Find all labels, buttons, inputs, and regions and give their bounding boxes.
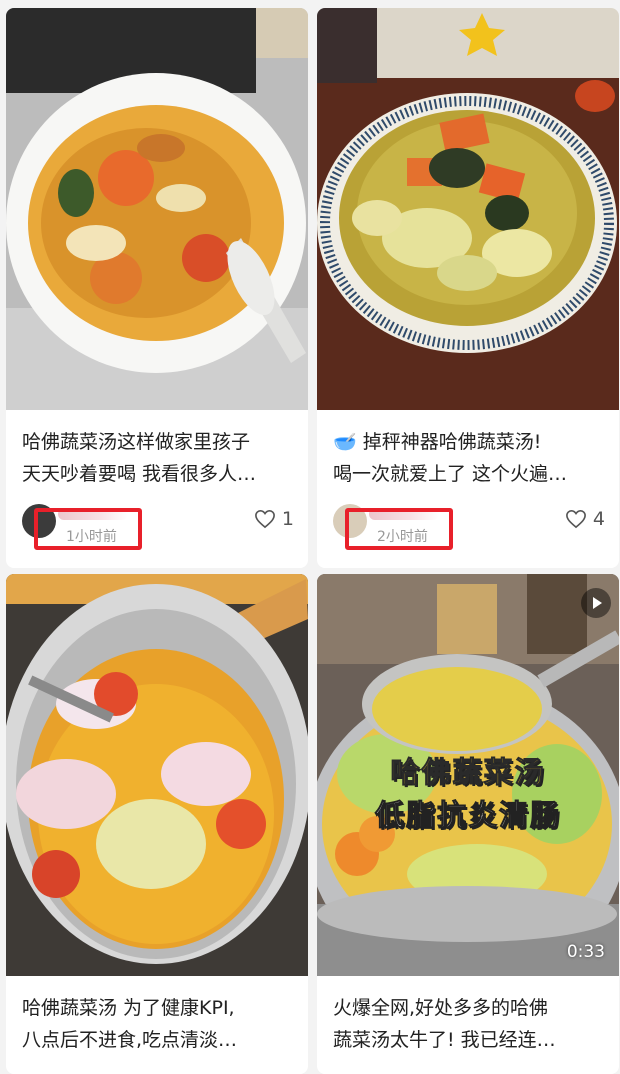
card-thumbnail[interactable] [6, 8, 308, 410]
card-thumbnail[interactable] [317, 8, 619, 410]
feed-card[interactable]: 哈佛蔬菜汤这样做家里孩子 天天吵着要喝 我看很多人… 1小时前 1 [6, 8, 308, 568]
card-title-line-1: 哈佛蔬菜汤 为了健康KPI, [22, 997, 235, 1019]
soup-bowl-image [6, 8, 308, 410]
feed-card[interactable]: 哈佛蔬菜汤 低脂抗炎清肠 0:33 火爆全网,好处多多的哈佛 蔬菜汤太牛了! 我… [317, 574, 619, 1074]
card-title-line-1: 哈佛蔬菜汤这样做家里孩子 [22, 431, 251, 453]
card-title[interactable]: 哈佛蔬菜汤这样做家里孩子 天天吵着要喝 我看很多人… [22, 426, 294, 490]
card-meta: 2小时前 4 [317, 504, 619, 554]
like-count: 1 [281, 508, 294, 530]
card-title-line-2: 八点后不进食,吃点清淡… [22, 1029, 238, 1051]
card-title[interactable]: 哈佛蔬菜汤 为了健康KPI, 八点后不进食,吃点清淡… [22, 992, 294, 1056]
card-title-line-1: 🥣 掉秤神器哈佛蔬菜汤! [333, 431, 542, 453]
card-thumbnail[interactable]: 哈佛蔬菜汤 低脂抗炎清肠 0:33 [317, 574, 619, 976]
soup-bowl-image [317, 8, 619, 410]
card-title-line-2: 天天吵着要喝 我看很多人… [22, 463, 257, 485]
card-title[interactable]: 火爆全网,好处多多的哈佛 蔬菜汤太牛了! 我已经连… [333, 992, 605, 1056]
video-duration: 0:33 [566, 942, 605, 962]
heart-icon [254, 509, 275, 529]
card-title-line-2: 蔬菜汤太牛了! 我已经连… [333, 1029, 556, 1051]
post-time: 2小时前 [377, 529, 428, 545]
soup-emoji-icon: 🥣 [333, 431, 357, 453]
like-button[interactable]: 1 [254, 508, 294, 530]
play-icon [593, 597, 602, 609]
feed-card[interactable]: 哈佛蔬菜汤 为了健康KPI, 八点后不进食,吃点清淡… [6, 574, 308, 1074]
post-time: 1小时前 [66, 529, 117, 545]
feed-card[interactable]: 🥣 掉秤神器哈佛蔬菜汤! 喝一次就爱上了 这个火遍… 2小时前 4 [317, 8, 619, 568]
card-meta: 1小时前 1 [6, 504, 308, 554]
soup-pot-image [6, 574, 308, 976]
card-title[interactable]: 🥣 掉秤神器哈佛蔬菜汤! 喝一次就爱上了 这个火遍… [333, 426, 605, 490]
card-title-line-1: 火爆全网,好处多多的哈佛 [333, 997, 549, 1019]
video-caption-line-2: 低脂抗炎清肠 [374, 798, 561, 833]
like-button[interactable]: 4 [565, 508, 605, 530]
video-caption-line-1: 哈佛蔬菜汤 [390, 755, 546, 790]
heart-icon [565, 509, 586, 529]
card-thumbnail[interactable] [6, 574, 308, 976]
card-title-line-2: 喝一次就爱上了 这个火遍… [333, 463, 568, 485]
video-badge [581, 588, 611, 618]
like-count: 4 [592, 508, 605, 530]
